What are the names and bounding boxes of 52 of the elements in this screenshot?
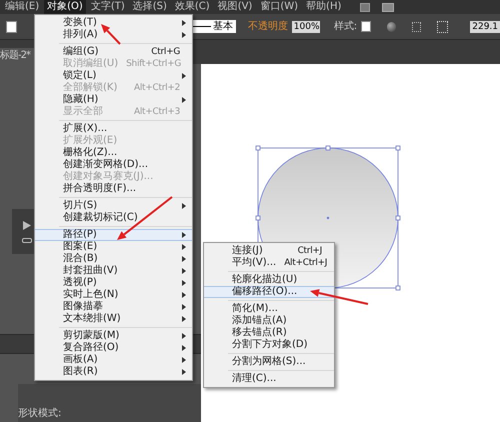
menu-item[interactable]: 轮廓化描边(U) [204,274,334,286]
play-icon[interactable] [23,220,31,230]
menu-item[interactable]: 隐藏(H) [35,94,192,106]
link-icon[interactable] [22,238,32,242]
menu-bar-item[interactable]: 帮助(H) [303,0,344,14]
menu-item[interactable]: 封套扭曲(V) [35,265,192,277]
menu-bar-item[interactable]: 对象(O) [44,0,86,14]
x-field[interactable]: 229.1 [470,20,500,32]
menu-item[interactable]: 混合(B) [35,253,192,265]
menu-bar-item[interactable]: 窗口(W) [257,0,302,14]
menu-item[interactable]: 偏移路径(O)... [204,286,334,298]
menu-item[interactable]: 清理(C)... [204,373,334,385]
menu-item[interactable]: 文本绕排(W) [35,313,192,325]
menu-item[interactable]: 拼合透明度(F)... [35,183,192,195]
style-swatch[interactable] [361,21,372,32]
menu-item[interactable]: 创建裁切标记(C) [35,212,192,224]
menu-bar-item[interactable]: 选择(S) [130,0,170,14]
menu-item[interactable]: 画板(A) [35,354,192,366]
menu-item[interactable]: 扩展(X)... [35,123,192,135]
opacity-field[interactable]: 100% [292,20,320,32]
menu-item[interactable]: 栅格化(Z)... [35,147,192,159]
menu-bar-item[interactable]: 文字(T) [88,0,128,14]
fill-swatch[interactable] [6,20,17,32]
menu-item[interactable]: 路径(P) [35,229,192,241]
globe-icon[interactable] [387,22,396,32]
shape-modes-label: 形状模式: [18,406,62,421]
style-label: 样式: [334,20,358,34]
menu-item[interactable]: 创建渐变网格(D)... [35,159,192,171]
menu-item[interactable]: 锁定(L) [35,70,192,82]
menu-item[interactable]: 实时上色(N) [35,289,192,301]
opacity-label[interactable]: 不透明度 [248,19,288,34]
arrow [101,24,121,45]
menu-item[interactable]: 简化(M)... [204,303,334,315]
menu-item[interactable]: 图案(E) [35,241,192,253]
menu-bar-item[interactable]: 效果(C) [172,0,213,14]
menu-item[interactable]: 切片(S) [35,200,192,212]
menu-item[interactable]: 透视(P) [35,277,192,289]
menu-item[interactable]: 添加锚点(A) [204,315,334,327]
menu-item[interactable]: 平均(V)... Alt+Ctrl+J [204,257,334,269]
menu-item[interactable]: 分割为网格(S)... [204,356,334,368]
menu-item[interactable]: 连接(J) Ctrl+J [204,245,334,257]
menu-item[interactable]: 剪切蒙版(M) [35,330,192,342]
grid-icon[interactable] [412,22,422,32]
menu-item[interactable]: 复合路径(O) [35,342,192,354]
arrow [310,289,368,305]
menu-bar-item[interactable]: 编辑(E) [2,0,42,14]
menu-bar-item[interactable]: 视图(V) [214,0,256,14]
menu-item[interactable]: 图表(R) [35,366,192,378]
menu-item[interactable]: 编组(G) Ctrl+G [35,46,192,58]
menu-item[interactable]: 分割下方对象(D) [204,339,334,351]
menu-item[interactable]: 图像描摹 [35,301,192,313]
menu-item[interactable]: 移去锚点(R) [204,327,334,339]
